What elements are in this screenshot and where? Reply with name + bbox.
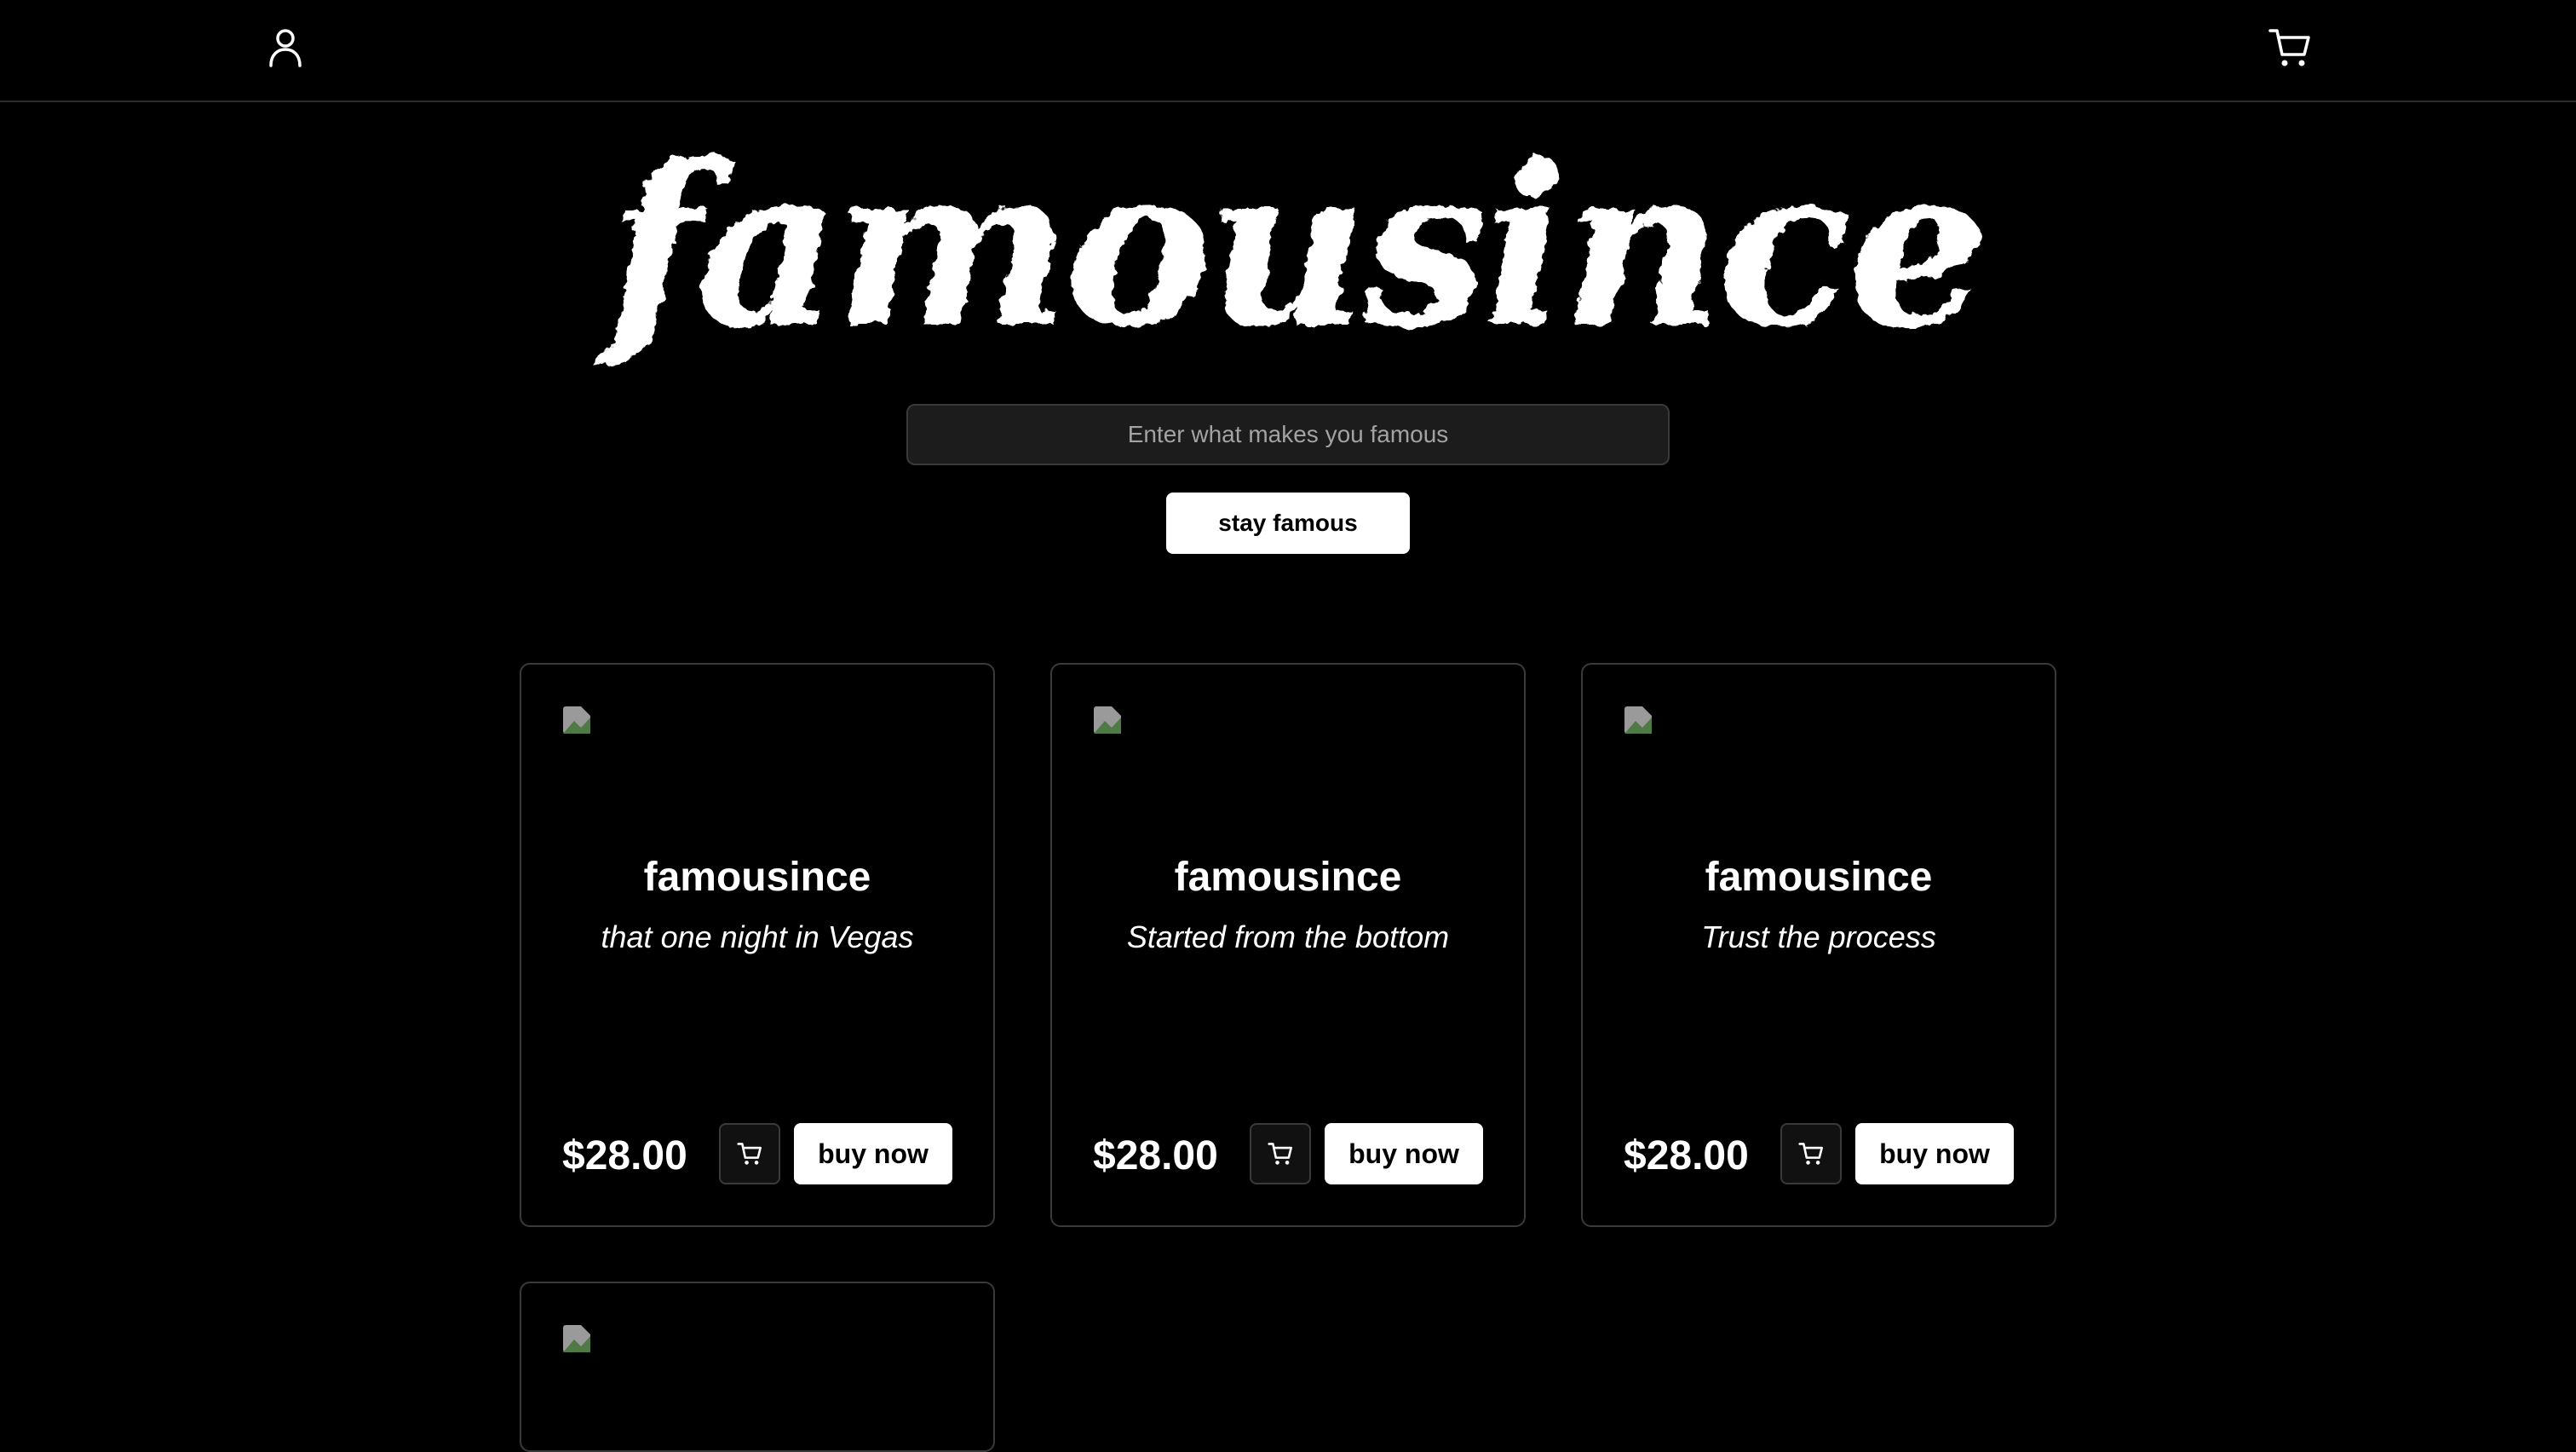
product-subtitle: that one night in Vegas <box>601 919 914 954</box>
product-price: $28.00 <box>562 1133 687 1178</box>
buy-now-button[interactable]: buy now <box>1855 1123 2014 1184</box>
product-card <box>520 1282 995 1452</box>
buy-now-button[interactable]: buy now <box>794 1123 952 1184</box>
cart-icon <box>1268 1143 1292 1165</box>
product-title: famousince <box>1174 855 1402 900</box>
brand-logo: famousince <box>596 119 1993 409</box>
account-button[interactable] <box>260 22 311 73</box>
buy-now-button[interactable]: buy now <box>1325 1123 1483 1184</box>
cart-icon <box>2268 29 2310 66</box>
broken-image-icon <box>1094 706 1121 734</box>
broken-image-icon <box>563 706 590 734</box>
product-price: $28.00 <box>1624 1133 1749 1178</box>
product-card: famousince that one night in Vegas $28.0… <box>520 663 995 1227</box>
broken-image-icon <box>1624 706 1652 734</box>
add-to-cart-button[interactable] <box>719 1123 780 1184</box>
cart-icon <box>737 1143 762 1165</box>
stay-famous-button[interactable]: stay famous <box>1166 493 1410 554</box>
top-bar <box>0 0 2576 102</box>
product-title: famousince <box>643 855 871 900</box>
product-card: famousince Trust the process $28.00 buy … <box>1581 663 2056 1227</box>
add-to-cart-button[interactable] <box>1780 1123 1842 1184</box>
cart-icon <box>1798 1143 1823 1165</box>
user-icon <box>269 29 302 67</box>
product-subtitle: Trust the process <box>1701 919 1936 954</box>
broken-image-icon <box>563 1325 590 1352</box>
fame-input[interactable] <box>906 404 1670 465</box>
product-price: $28.00 <box>1093 1133 1218 1178</box>
brand-logo-text: famousince <box>607 117 1988 377</box>
product-card: famousince Started from the bottom $28.0… <box>1050 663 1526 1227</box>
product-subtitle: Started from the bottom <box>1126 919 1450 954</box>
cart-button[interactable] <box>2264 22 2315 73</box>
add-to-cart-button[interactable] <box>1250 1123 1311 1184</box>
product-title: famousince <box>1705 855 1933 900</box>
